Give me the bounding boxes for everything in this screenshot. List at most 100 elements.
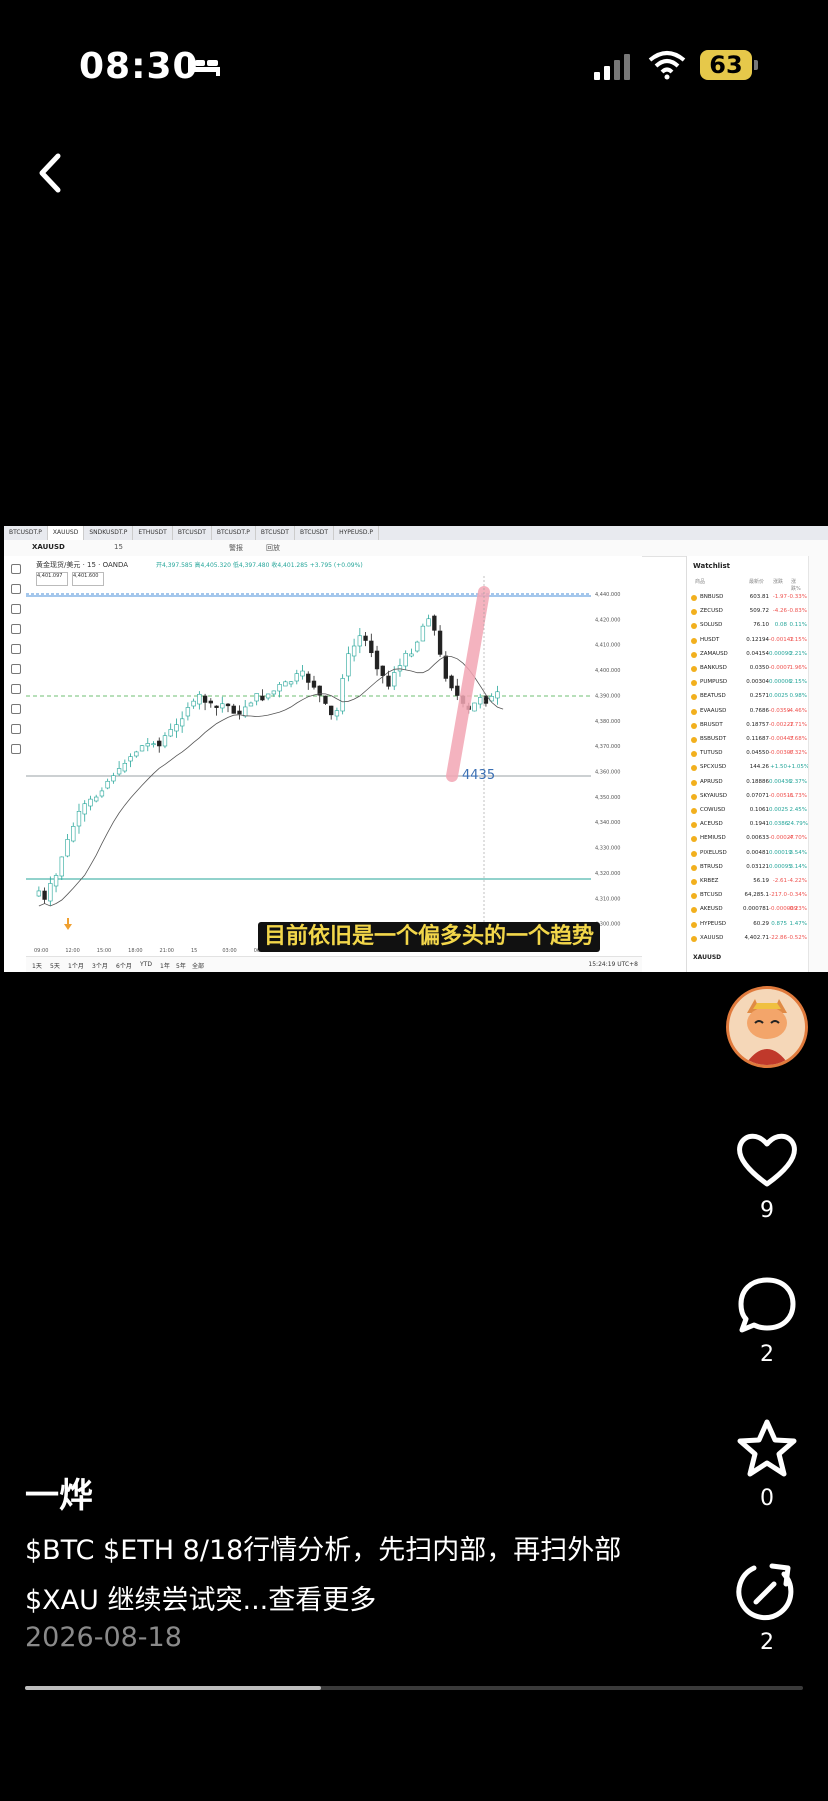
watchlist-row[interactable]: AKEUSD 0.000781 -0.000009 -0.23%: [691, 904, 807, 916]
watchlist-row[interactable]: BANKUSD 0.0350 -0.0007 -1.96%: [691, 663, 807, 675]
coin-icon: [691, 893, 697, 900]
fib-tool-icon[interactable]: [11, 604, 21, 614]
candle-body: [122, 763, 128, 772]
toolbar-replay[interactable]: 回放: [266, 543, 280, 553]
pattern-tool-icon[interactable]: [11, 624, 21, 634]
browser-tab[interactable]: BTCUSDT: [173, 526, 212, 540]
cursor-tool-icon[interactable]: [11, 564, 21, 574]
watchlist-row[interactable]: EVAAUSD 0.7686 -0.0359 -4.46%: [691, 706, 807, 718]
tf-1y[interactable]: 1年: [160, 961, 170, 970]
watchlist-row[interactable]: ZAMAUSD 0.04154 0.00090 2.21%: [691, 649, 807, 661]
post-description[interactable]: $BTC $ETH 8/18行情分析，先扫内部，再扫外部 $XAU 继续尝试突.…: [25, 1526, 665, 1626]
browser-tab[interactable]: BTCUSDT.P: [4, 526, 48, 540]
row-change-pct: -4.70%: [787, 835, 807, 842]
price-chart[interactable]: 4,440.000 4,420.000 4,410.000 4,400.000 4,39…: [26, 556, 642, 956]
watchlist-row[interactable]: HUSDT 0.12194 -0.00142 -1.15%: [691, 635, 807, 647]
magnet-tool-icon[interactable]: [11, 704, 21, 714]
tf-5y[interactable]: 5年: [176, 961, 186, 970]
watchlist-row[interactable]: BSBUSDT 0.11687 -0.00447 -3.68%: [691, 734, 807, 746]
candle-body: [426, 618, 431, 627]
coin-icon: [691, 935, 697, 942]
comment-icon[interactable]: [732, 1274, 802, 1336]
watchlist-footer[interactable]: XAUUSD: [693, 954, 721, 961]
watchlist-row[interactable]: SPCXUSD 144.26 +1.50 +1.05%: [691, 762, 809, 774]
share-icon[interactable]: [732, 1560, 802, 1622]
zoom-tool-icon[interactable]: [11, 684, 21, 694]
time-tick: 15:00: [97, 948, 111, 954]
candle-body: [197, 693, 202, 705]
tf-1d[interactable]: 1天: [32, 961, 42, 970]
row-symbol: APRUSD: [700, 778, 723, 785]
row-change-pct: 2.21%: [789, 650, 807, 657]
tf-6m[interactable]: 6个月: [116, 961, 132, 970]
tf-1m[interactable]: 1个月: [68, 961, 84, 970]
coin-icon: [691, 921, 697, 928]
watchlist-row[interactable]: SOLUSD 76.10 0.08 0.11%: [691, 620, 807, 632]
star-icon[interactable]: [732, 1418, 802, 1480]
watchlist-row[interactable]: BEATUSD 0.2571 0.0025 0.98%: [691, 691, 807, 703]
see-more-link[interactable]: 查看更多: [268, 1585, 376, 1616]
heart-icon[interactable]: [732, 1128, 802, 1190]
post-date: 2026-08-18: [25, 1622, 182, 1653]
tf-ytd[interactable]: YTD: [140, 961, 152, 968]
author-name[interactable]: 一烨: [25, 1468, 93, 1517]
row-symbol: BNBUSD: [700, 594, 724, 600]
price-tick: 4,360.000: [595, 770, 620, 776]
watchlist-row[interactable]: ACEUSD 0.1941 0.0386 24.79%: [691, 819, 808, 831]
watchlist-row[interactable]: TUTUSD 0.04550 -0.00307 -6.32%: [691, 748, 807, 760]
measure-tool-icon[interactable]: [11, 664, 21, 674]
row-change-pct: 0.98%: [789, 693, 807, 700]
toolbar-symbol[interactable]: XAUUSD: [32, 543, 65, 551]
toolbar-alert[interactable]: 警报: [229, 543, 243, 553]
watchlist-title[interactable]: Watchlist: [693, 562, 730, 570]
browser-tab[interactable]: HYPEUSD.P: [334, 526, 379, 540]
watchlist-row[interactable]: XAUUSD 4,402.71 -22.86 -0.52%: [691, 933, 807, 945]
tf-3m[interactable]: 3个月: [92, 961, 108, 970]
watchlist-row[interactable]: BTCUSD 64,285.1 -217.0 -0.34%: [691, 890, 807, 902]
candle-body: [243, 706, 248, 717]
text-tool-icon[interactable]: [11, 644, 21, 654]
watchlist-row[interactable]: BNBUSD 603.81 -1.97 -0.33%: [691, 592, 807, 604]
row-symbol: ZAMAUSD: [700, 650, 728, 657]
coin-icon: [691, 666, 697, 672]
browser-tab[interactable]: SNDKUSDT.P: [84, 526, 134, 540]
tf-all[interactable]: 全部: [192, 961, 204, 970]
row-change: 0.0025: [769, 693, 789, 700]
browser-tab[interactable]: BTCUSDT: [295, 526, 335, 540]
browser-tab[interactable]: ETHUSDT: [133, 526, 173, 540]
trendline-tool-icon[interactable]: [11, 584, 21, 594]
candle-body: [151, 743, 156, 746]
watchlist-row[interactable]: APRUSD 0.18886 0.00436 2.37%: [691, 777, 807, 789]
watchlist-row[interactable]: PUMPUSD 0.00304 0.00006 2.15%: [691, 677, 807, 689]
row-symbol: BTCUSD: [700, 892, 723, 899]
trash-tool-icon[interactable]: [11, 744, 21, 754]
candle-body: [111, 775, 116, 782]
coin-icon: [691, 623, 697, 630]
watchlist-row[interactable]: HEMIUSD 0.00633 -0.00027 -4.70%: [691, 833, 807, 845]
toolbar-interval[interactable]: 15: [114, 543, 123, 551]
description-line-2: $XAU 继续尝试突...查看更多: [25, 1576, 665, 1626]
browser-tab[interactable]: BTCUSDT: [256, 526, 295, 540]
watchlist-row[interactable]: KRBEZ 56.19 -2.61 -4.22%: [691, 876, 807, 888]
tf-5d[interactable]: 5天: [50, 961, 60, 970]
browser-tab[interactable]: BTCUSDT.P: [212, 526, 256, 540]
watchlist-row[interactable]: HYPEUSD 60.29 0.875 1.47%: [691, 919, 807, 931]
buy-price-box[interactable]: 4,401.600: [72, 572, 104, 586]
chevron-left-icon[interactable]: [30, 150, 70, 196]
candle-body: [351, 645, 357, 657]
sell-price-box[interactable]: 4,401.097: [36, 572, 68, 586]
watchlist-row[interactable]: BRUSDT 0.18757 -0.00227 -1.71%: [691, 720, 807, 732]
row-last: 0.1061: [749, 807, 769, 813]
right-sidebar: [808, 556, 828, 972]
video-player[interactable]: BTCUSDT.P XAUUSD SNDKUSDT.P ETHUSDT BTCUSDT B…: [4, 526, 828, 972]
watchlist-row[interactable]: COWUSD 0.1061 0.0025 2.45%: [691, 805, 807, 817]
watchlist-row[interactable]: SKYAIUSD 0.07071 -0.00511 -6.73%: [691, 791, 807, 803]
browser-tab[interactable]: XAUUSD: [47, 526, 85, 540]
row-last: 603.81: [749, 594, 769, 600]
avatar[interactable]: [726, 986, 808, 1068]
watchlist-row[interactable]: BTRUSD 0.03121 0.00095 3.14%: [691, 862, 807, 874]
lock-tool-icon[interactable]: [11, 724, 21, 734]
watchlist-row[interactable]: PIXELUSD 0.00481 0.00019 3.54%: [691, 848, 807, 860]
watchlist-row[interactable]: ZECUSD 509.72 -4.26 -0.83%: [691, 606, 807, 618]
video-progress-bar[interactable]: [25, 1686, 803, 1690]
